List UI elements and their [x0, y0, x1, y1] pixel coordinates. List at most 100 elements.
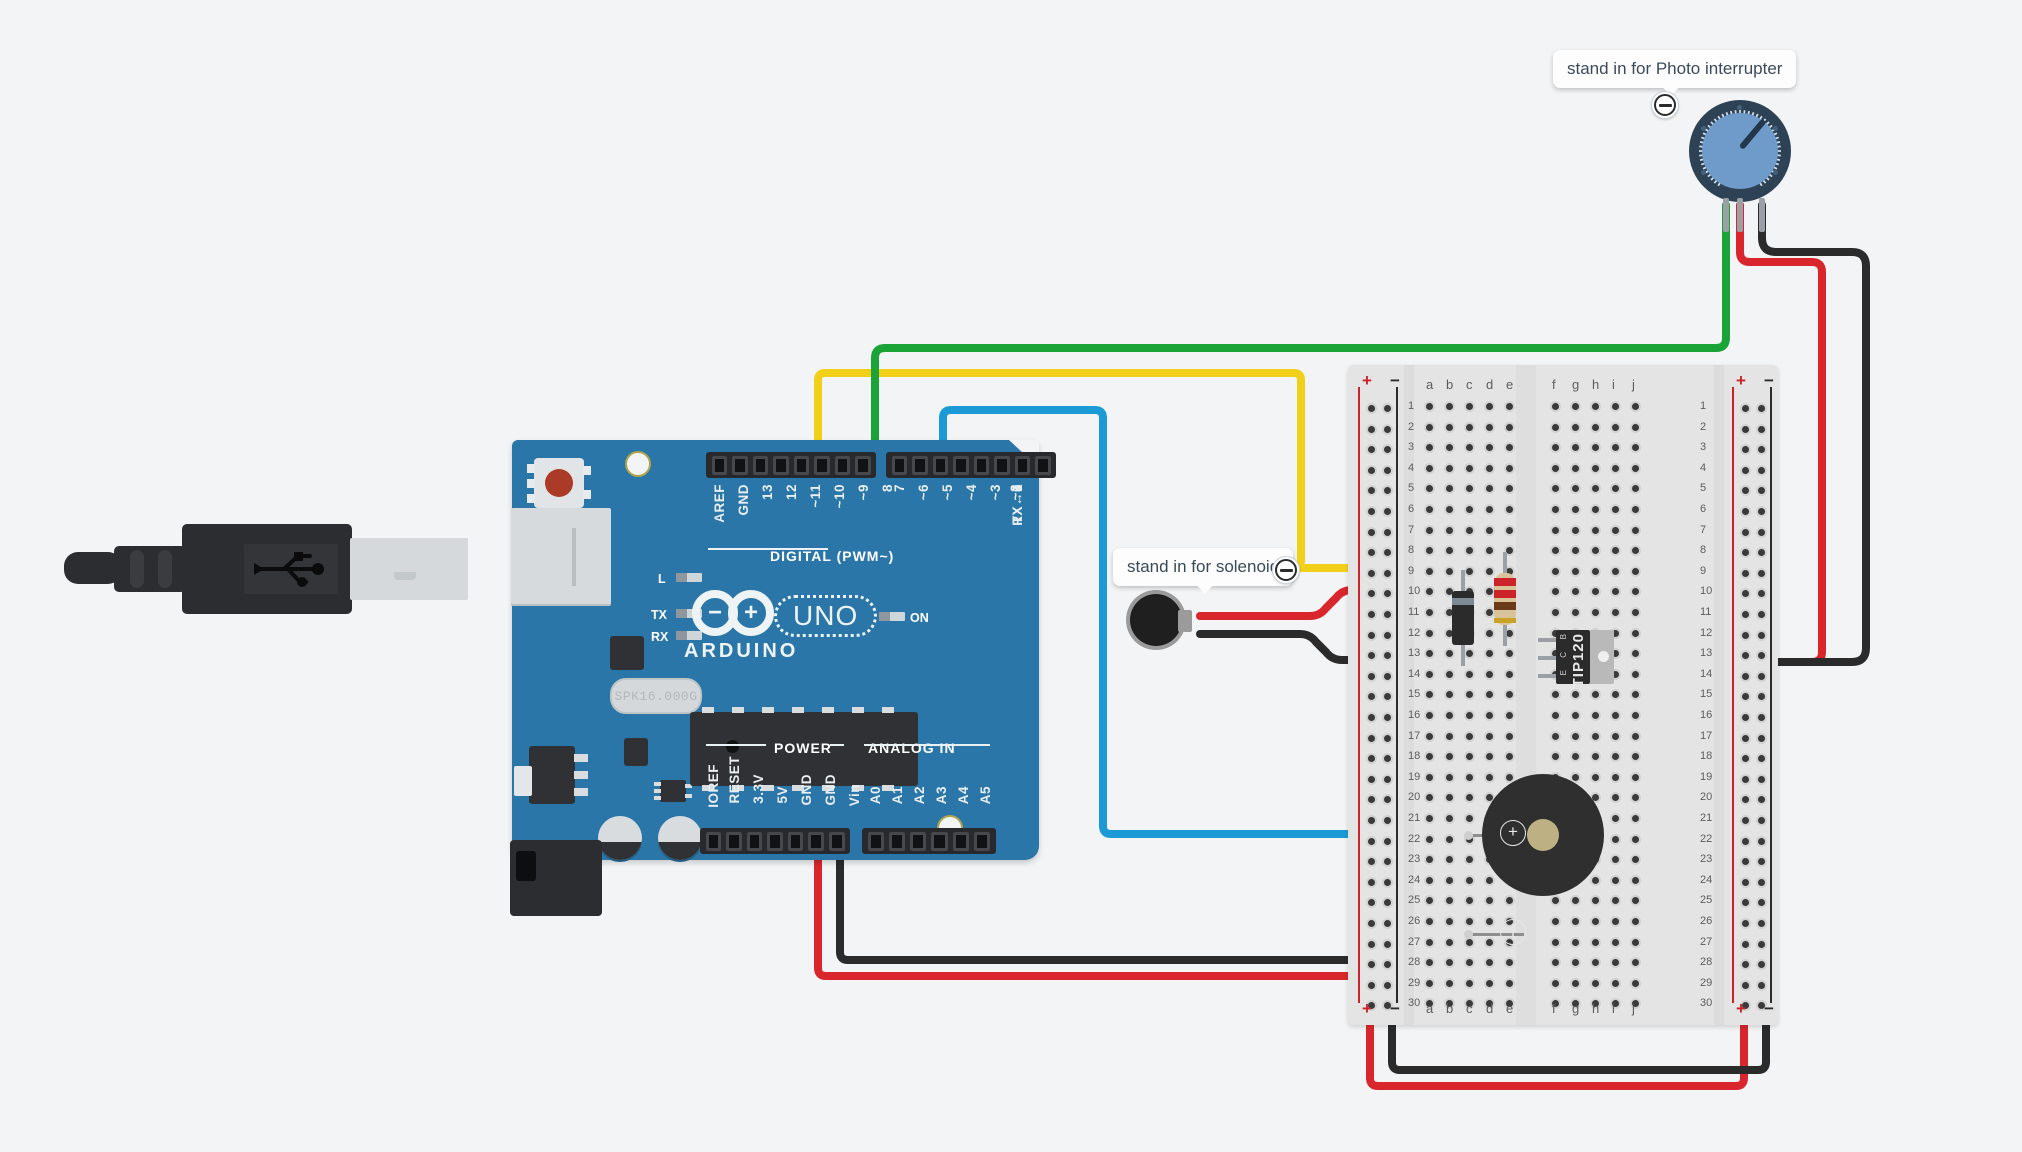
- flyback-diode[interactable]: [1452, 570, 1474, 666]
- hole-a14[interactable]: [1426, 670, 1433, 678]
- hole-j2[interactable]: [1632, 423, 1639, 431]
- potentiometer-leg-1[interactable]: [1723, 198, 1729, 232]
- hole-f29[interactable]: [1552, 979, 1559, 987]
- right-rail-hole-minus-26[interactable]: [1758, 920, 1765, 927]
- left-rail-hole-plus-4[interactable]: [1368, 466, 1375, 474]
- hole-b2[interactable]: [1446, 423, 1453, 431]
- hole-a17[interactable]: [1426, 732, 1433, 740]
- hole-d1[interactable]: [1486, 403, 1493, 410]
- right-rail-hole-minus-24[interactable]: [1758, 878, 1765, 886]
- hole-h7[interactable]: [1592, 526, 1599, 534]
- hole-c7[interactable]: [1466, 526, 1473, 534]
- left-rail-hole-plus-1[interactable]: [1368, 405, 1375, 412]
- left-rail-hole-plus-26[interactable]: [1368, 920, 1375, 927]
- hole-h26[interactable]: [1592, 918, 1599, 925]
- pin-a1[interactable]: [888, 831, 906, 851]
- hole-f11[interactable]: [1552, 609, 1559, 616]
- hole-h16[interactable]: [1592, 712, 1599, 719]
- hole-i4[interactable]: [1612, 464, 1619, 472]
- hole-d11[interactable]: [1486, 609, 1493, 616]
- pin-2[interactable]: [994, 455, 1010, 475]
- hole-a4[interactable]: [1426, 464, 1433, 472]
- right-rail-hole-minus-4[interactable]: [1758, 466, 1765, 474]
- left-rail-hole-plus-7[interactable]: [1368, 528, 1375, 536]
- hole-i19[interactable]: [1612, 773, 1619, 781]
- hole-c16[interactable]: [1466, 712, 1473, 719]
- right-rail-hole-plus-7[interactable]: [1742, 528, 1749, 536]
- pin-7[interactable]: [891, 455, 907, 475]
- photo-interrupter-note[interactable]: stand in for Photo interrupter: [1553, 50, 1797, 96]
- right-rail-hole-plus-16[interactable]: [1742, 714, 1749, 721]
- pin-6[interactable]: [912, 455, 928, 475]
- pin-aref[interactable]: [711, 455, 727, 475]
- hole-h29[interactable]: [1592, 979, 1599, 987]
- left-rail-hole-plus-21[interactable]: [1368, 817, 1375, 824]
- pin-a5[interactable]: [974, 831, 991, 851]
- hole-i29[interactable]: [1612, 979, 1619, 987]
- hole-g29[interactable]: [1572, 979, 1579, 987]
- hole-h1[interactable]: [1592, 403, 1599, 410]
- hole-f4[interactable]: [1552, 464, 1559, 472]
- right-rail-hole-plus-21[interactable]: [1742, 817, 1749, 824]
- left-rail-hole-minus-11[interactable]: [1384, 611, 1391, 618]
- left-rail-hole-plus-6[interactable]: [1368, 508, 1375, 515]
- left-rail-hole-minus-17[interactable]: [1384, 734, 1391, 742]
- hole-a29[interactable]: [1426, 979, 1433, 987]
- left-rail-hole-plus-16[interactable]: [1368, 714, 1375, 721]
- right-rail-hole-minus-19[interactable]: [1758, 775, 1765, 783]
- digital-header-right[interactable]: [886, 452, 1056, 478]
- right-rail-hole-minus-21[interactable]: [1758, 817, 1765, 824]
- arduino-uno-board[interactable]: AREF GND 13 12 ~11 ~10 ~9 8 7 ~6 ~5 ~4 ~…: [510, 440, 1056, 916]
- left-rail-hole-minus-22[interactable]: [1384, 837, 1391, 845]
- hole-b27[interactable]: [1446, 938, 1453, 946]
- hole-a22[interactable]: [1426, 835, 1433, 843]
- hole-d27[interactable]: [1486, 938, 1493, 946]
- left-rail-hole-plus-9[interactable]: [1368, 569, 1375, 577]
- hole-h27[interactable]: [1592, 938, 1599, 946]
- hole-d9[interactable]: [1486, 567, 1493, 575]
- hole-b16[interactable]: [1446, 712, 1453, 719]
- hole-h2[interactable]: [1592, 423, 1599, 431]
- hole-e16[interactable]: [1506, 712, 1513, 719]
- hole-c14[interactable]: [1466, 670, 1473, 678]
- pin-3v3[interactable]: [746, 831, 763, 851]
- hole-c29[interactable]: [1466, 979, 1473, 987]
- hole-c6[interactable]: [1466, 506, 1473, 513]
- hole-g1[interactable]: [1572, 403, 1579, 410]
- left-rail-hole-plus-29[interactable]: [1368, 981, 1375, 989]
- right-rail-hole-plus-6[interactable]: [1742, 508, 1749, 515]
- hole-a6[interactable]: [1426, 506, 1433, 513]
- right-rail-hole-minus-1[interactable]: [1758, 405, 1765, 412]
- right-rail-hole-plus-1[interactable]: [1742, 405, 1749, 412]
- hole-e1[interactable]: [1506, 403, 1513, 410]
- right-rail-hole-minus-17[interactable]: [1758, 734, 1765, 742]
- hole-h11[interactable]: [1592, 609, 1599, 616]
- hole-d17[interactable]: [1486, 732, 1493, 740]
- left-rail-hole-minus-12[interactable]: [1384, 631, 1391, 639]
- pin-rx0[interactable]: [1035, 455, 1051, 475]
- left-rail-hole-minus-26[interactable]: [1384, 920, 1391, 927]
- hole-d4[interactable]: [1486, 464, 1493, 472]
- left-rail-hole-minus-16[interactable]: [1384, 714, 1391, 721]
- hole-h19[interactable]: [1592, 773, 1599, 781]
- hole-g6[interactable]: [1572, 506, 1579, 513]
- potentiometer-leg-wiper[interactable]: [1737, 198, 1743, 232]
- hole-f6[interactable]: [1552, 506, 1559, 513]
- hole-c24[interactable]: [1466, 876, 1473, 884]
- hole-i6[interactable]: [1612, 506, 1619, 513]
- hole-d14[interactable]: [1486, 670, 1493, 678]
- hole-f2[interactable]: [1552, 423, 1559, 431]
- right-rail-hole-plus-17[interactable]: [1742, 734, 1749, 742]
- left-rail-hole-minus-14[interactable]: [1384, 672, 1391, 680]
- hole-a7[interactable]: [1426, 526, 1433, 534]
- hole-j17[interactable]: [1632, 732, 1639, 740]
- pin-a3[interactable]: [931, 831, 948, 851]
- hole-c9[interactable]: [1466, 567, 1473, 575]
- pin-vin[interactable]: [828, 831, 845, 851]
- hole-e29[interactable]: [1506, 979, 1513, 987]
- left-rail-hole-plus-24[interactable]: [1368, 878, 1375, 886]
- right-rail-hole-plus-22[interactable]: [1742, 837, 1749, 845]
- pin-gnd-1[interactable]: [787, 831, 804, 851]
- usb-b-port[interactable]: [511, 508, 611, 604]
- left-rail-hole-minus-7[interactable]: [1384, 528, 1391, 536]
